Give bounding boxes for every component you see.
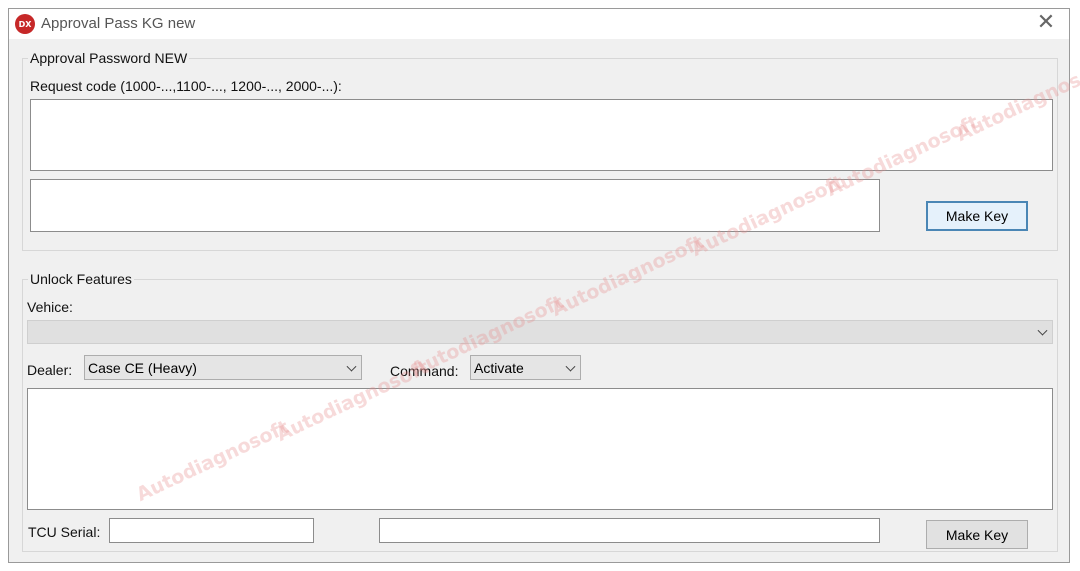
request-code-label: Request code (1000-...,1100-..., 1200-..… — [30, 78, 342, 94]
dealer-select[interactable]: Case CE (Heavy) — [84, 355, 362, 380]
approval-key-output[interactable] — [30, 179, 880, 232]
dealer-select-value: Case CE (Heavy) — [88, 359, 197, 376]
chevron-down-icon — [565, 361, 576, 372]
unlock-group-label: Unlock Features — [28, 270, 134, 288]
chevron-down-icon — [1037, 325, 1048, 336]
approval-group-label: Approval Password NEW — [28, 49, 190, 67]
request-code-input[interactable] — [30, 99, 1053, 171]
chevron-down-icon — [346, 361, 357, 372]
vehicle-label: Vehice: — [27, 299, 73, 315]
unlock-output-textarea[interactable] — [27, 388, 1053, 510]
close-icon[interactable]: ✕ — [1034, 12, 1058, 36]
dealer-label: Dealer: — [27, 362, 73, 378]
command-label: Command: — [390, 363, 459, 379]
vehicle-select[interactable] — [27, 320, 1053, 344]
make-key-button-label: Make Key — [945, 208, 1009, 224]
app-logo-icon: DX — [15, 14, 35, 34]
make-key-button-unlock[interactable]: Make Key — [926, 520, 1028, 549]
command-select[interactable]: Activate — [470, 355, 581, 380]
command-select-value: Activate — [474, 359, 524, 376]
make-key-button-approval[interactable]: Make Key — [926, 201, 1028, 231]
tcu-serial-label: TCU Serial: — [28, 524, 101, 540]
window-title: Approval Pass KG new — [41, 15, 196, 32]
tcu-serial-input[interactable] — [109, 518, 314, 543]
unlock-key-output[interactable] — [379, 518, 880, 543]
make-key-button-label: Make Key — [945, 526, 1009, 543]
